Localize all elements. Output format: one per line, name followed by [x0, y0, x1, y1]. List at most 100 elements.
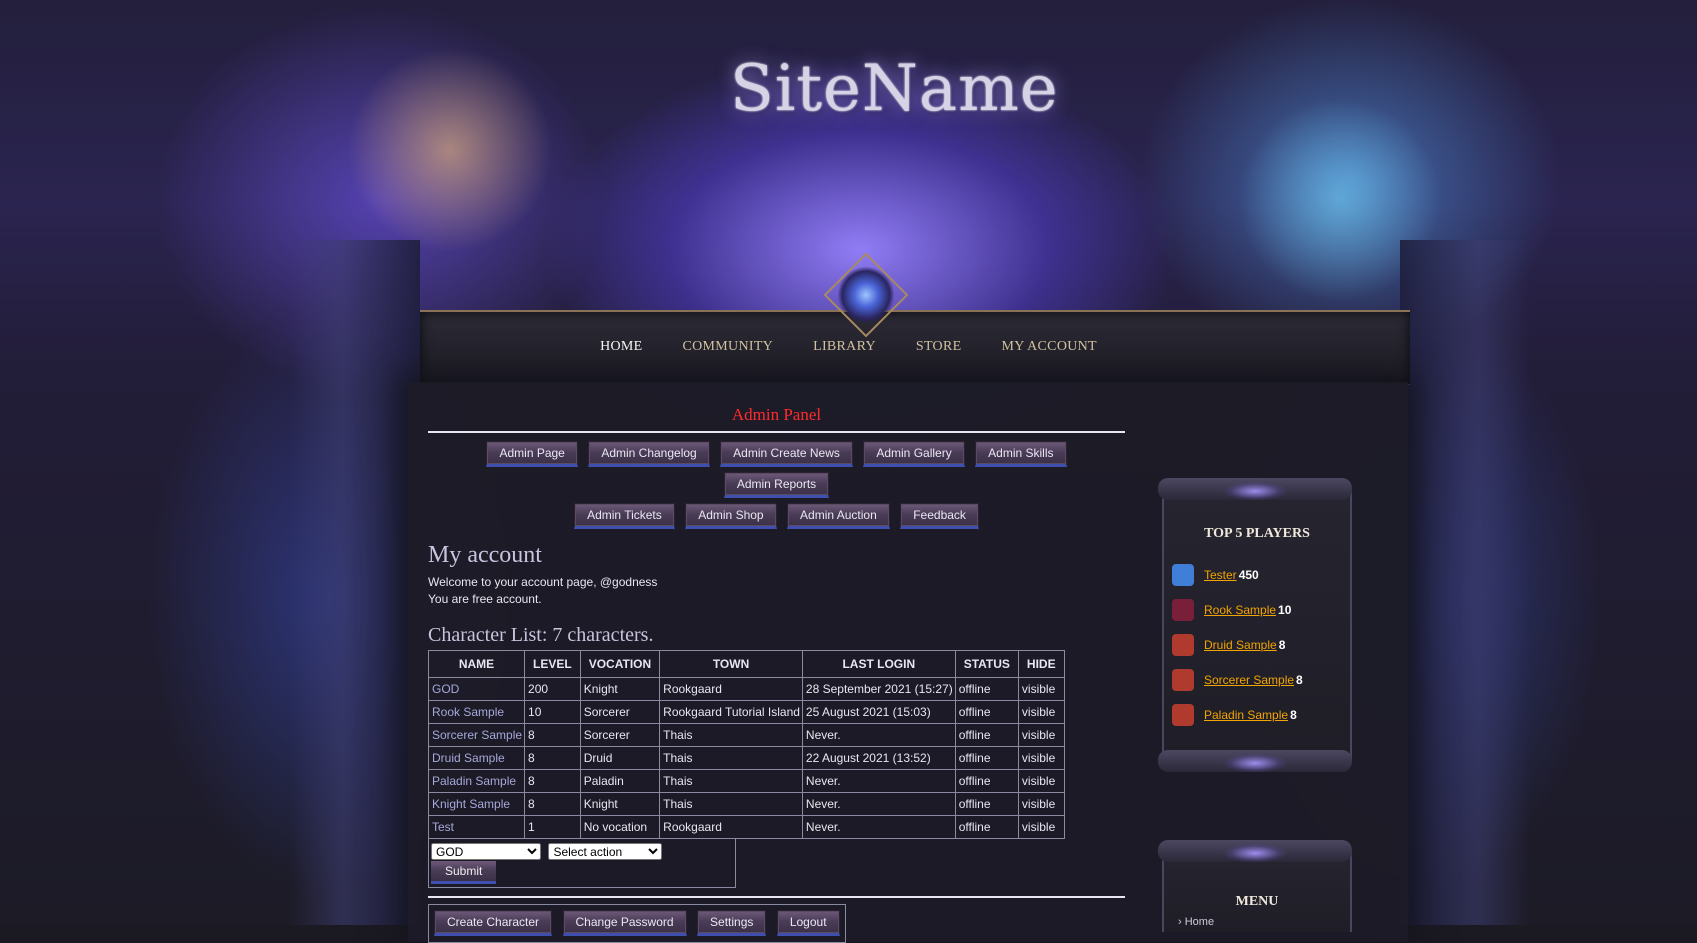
- character-level: 8: [524, 746, 581, 770]
- top-player-item: Tester 450: [1172, 564, 1350, 586]
- welcome-text: Welcome to your account page, @godness: [428, 575, 658, 589]
- column-header-name[interactable]: NAME: [427, 650, 526, 678]
- table-row: Test 1 No vocation Rookgaard Never. offl…: [427, 815, 1065, 839]
- character-name-link[interactable]: GOD: [427, 677, 526, 701]
- column-header-hide[interactable]: HIDE: [1017, 650, 1065, 678]
- account-buttons: Create Character Change Password Setting…: [428, 904, 846, 943]
- nav-library[interactable]: LIBRARY: [813, 339, 876, 355]
- admin-tickets-button[interactable]: Admin Tickets: [574, 503, 675, 529]
- account-status-text: You are free account.: [428, 592, 542, 606]
- admin-buttons-row-1: Admin Page Admin Changelog Admin Create …: [428, 439, 1125, 501]
- character-last-login: 22 August 2021 (13:52): [801, 746, 956, 770]
- character-level: 8: [524, 769, 581, 793]
- admin-skills-button[interactable]: Admin Skills: [975, 441, 1067, 467]
- nav-community[interactable]: COMMUNITY: [683, 339, 774, 355]
- nav-my-account[interactable]: MY ACCOUNT: [1001, 339, 1096, 355]
- character-vocation: Druid: [579, 746, 661, 770]
- settings-button[interactable]: Settings: [697, 910, 767, 936]
- druid-sprite-icon: [1172, 634, 1194, 656]
- box-top-ornament: [1158, 478, 1352, 500]
- character-action-form: GOD Select action Submit: [428, 839, 736, 888]
- character-hide: visible: [1017, 792, 1065, 816]
- box-top-ornament: [1158, 840, 1352, 862]
- top-player-level: 10: [1278, 603, 1292, 617]
- top-player-link[interactable]: Sorcerer Sample: [1204, 673, 1294, 687]
- character-table: NAME LEVEL VOCATION TOWN LAST LOGIN STAT…: [427, 650, 1065, 839]
- nav-store[interactable]: STORE: [916, 339, 962, 355]
- menu-item-home[interactable]: › Home: [1178, 916, 1350, 928]
- character-name-link[interactable]: Test: [427, 815, 526, 839]
- site-logo[interactable]: SiteName: [730, 52, 1059, 126]
- character-name-link[interactable]: Knight Sample: [427, 792, 526, 816]
- character-vocation: Paladin: [579, 769, 661, 793]
- character-level: 10: [524, 700, 581, 724]
- character-level: 8: [524, 723, 581, 747]
- admin-auction-button[interactable]: Admin Auction: [787, 503, 890, 529]
- top-player-link[interactable]: Rook Sample: [1204, 603, 1276, 617]
- section-divider: [428, 896, 1125, 898]
- character-name-link[interactable]: Paladin Sample: [427, 769, 526, 793]
- column-header-vocation[interactable]: VOCATION: [579, 650, 661, 678]
- submit-button[interactable]: Submit: [431, 861, 497, 884]
- feedback-button[interactable]: Feedback: [900, 503, 979, 529]
- character-last-login: Never.: [801, 769, 956, 793]
- table-row: GOD 200 Knight Rookgaard 28 September 20…: [427, 677, 1065, 701]
- character-vocation: Sorcerer: [579, 700, 661, 724]
- character-town: Thais: [659, 746, 803, 770]
- character-status: offline: [954, 723, 1019, 747]
- character-vocation: Sorcerer: [579, 723, 661, 747]
- character-town: Rookgaard: [659, 677, 803, 701]
- character-level: 8: [524, 792, 581, 816]
- character-hide: visible: [1017, 700, 1065, 724]
- character-level: 1: [524, 815, 581, 839]
- character-name-link[interactable]: Druid Sample: [427, 746, 526, 770]
- character-status: offline: [954, 746, 1019, 770]
- column-header-last-login[interactable]: LAST LOGIN: [801, 650, 956, 678]
- character-status: offline: [954, 700, 1019, 724]
- top-player-level: 8: [1278, 638, 1286, 652]
- nav-home[interactable]: HOME: [600, 339, 642, 355]
- character-hide: visible: [1017, 723, 1065, 747]
- table-row: Druid Sample 8 Druid Thais 22 August 202…: [427, 746, 1065, 770]
- character-name-link[interactable]: Sorcerer Sample: [427, 723, 526, 747]
- character-status: offline: [954, 677, 1019, 701]
- top-player-level: 450: [1238, 568, 1259, 582]
- character-status: offline: [954, 792, 1019, 816]
- admin-gallery-button[interactable]: Admin Gallery: [863, 441, 965, 467]
- admin-panel-title: Admin Panel: [428, 405, 1125, 433]
- top-players-title: TOP 5 PLAYERS: [1204, 526, 1310, 541]
- character-last-login: Never.: [801, 792, 956, 816]
- character-town: Rookgaard: [659, 815, 803, 839]
- table-row: Paladin Sample 8 Paladin Thais Never. of…: [427, 769, 1065, 793]
- change-password-button[interactable]: Change Password: [562, 910, 687, 936]
- action-select[interactable]: Select action: [548, 843, 663, 860]
- table-row: Knight Sample 8 Knight Thais Never. offl…: [427, 792, 1065, 816]
- top-player-item: Paladin Sample 8: [1172, 704, 1350, 726]
- character-hide: visible: [1017, 769, 1065, 793]
- character-vocation: No vocation: [579, 815, 661, 839]
- logout-button[interactable]: Logout: [776, 910, 840, 936]
- character-last-login: 25 August 2021 (15:03): [801, 700, 956, 724]
- admin-page-button[interactable]: Admin Page: [486, 441, 578, 467]
- admin-reports-button[interactable]: Admin Reports: [723, 472, 830, 498]
- admin-shop-button[interactable]: Admin Shop: [685, 503, 777, 529]
- character-name-link[interactable]: Rook Sample: [427, 700, 526, 724]
- column-header-town[interactable]: TOWN: [659, 650, 803, 678]
- background-glow-left: [320, 40, 580, 260]
- column-header-level[interactable]: LEVEL: [524, 650, 581, 678]
- admin-changelog-button[interactable]: Admin Changelog: [588, 441, 710, 467]
- character-select[interactable]: GOD: [431, 843, 541, 860]
- character-level: 200: [524, 677, 581, 701]
- paladin-sprite-icon: [1172, 704, 1194, 726]
- main-navigation: HOME COMMUNITY LIBRARY STORE MY ACCOUNT: [0, 337, 1697, 355]
- admin-create-news-button[interactable]: Admin Create News: [720, 441, 853, 467]
- character-status: offline: [954, 815, 1019, 839]
- create-character-button[interactable]: Create Character: [434, 910, 553, 936]
- top-player-link[interactable]: Druid Sample: [1204, 638, 1277, 652]
- menu-box: MENU › Home: [1158, 840, 1352, 932]
- top-player-link[interactable]: Tester: [1204, 568, 1237, 582]
- top-player-link[interactable]: Paladin Sample: [1204, 708, 1288, 722]
- menu-title: MENU: [1235, 894, 1279, 909]
- page-title: My account: [428, 542, 542, 568]
- column-header-status[interactable]: STATUS: [954, 650, 1019, 678]
